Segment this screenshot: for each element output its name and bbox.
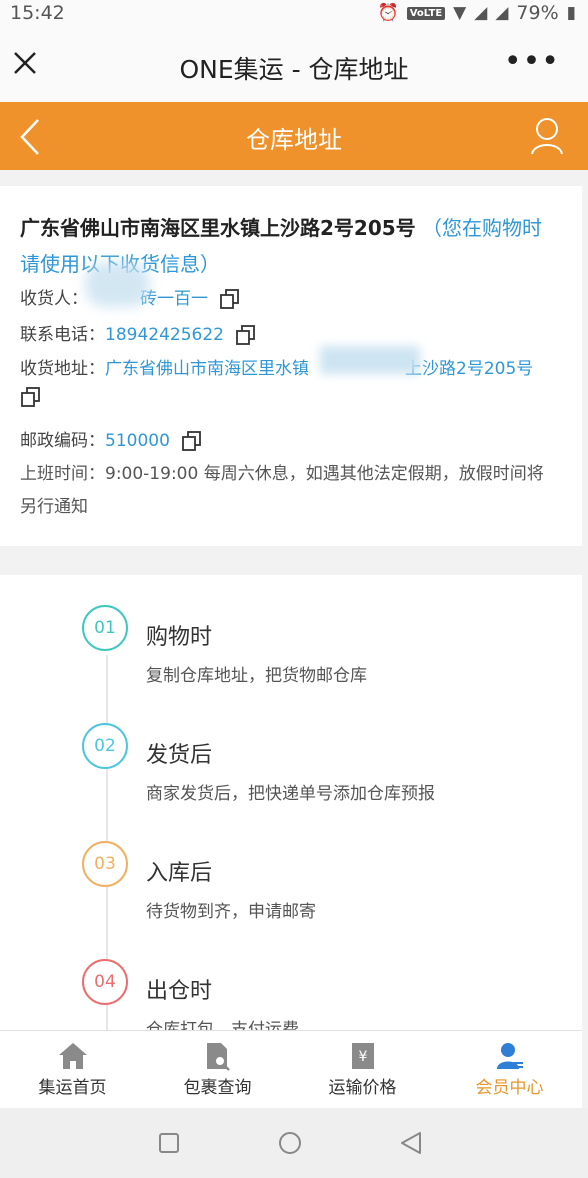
app-header: 仓库地址 (0, 102, 588, 170)
redaction-blur (85, 262, 150, 307)
volte-icon: VoLTE (406, 6, 446, 20)
nav-item-home[interactable]: 集运首页 (0, 1039, 145, 1098)
step-title: 购物时 (146, 625, 213, 650)
page-title: 仓库地址 (246, 126, 342, 154)
more-menu-icon[interactable]: ••• (504, 44, 560, 79)
steps-card: 01 购物时 复制仓库地址，把货物邮仓库 02 发货后 商家发货后，把快递单号添… (0, 575, 582, 1030)
step-number-badge: 02 (82, 723, 128, 769)
wifi-icon: ▼ (453, 3, 467, 23)
nav-label: 会员中心 (475, 1078, 544, 1098)
step-title: 发货后 (146, 743, 213, 768)
address-card: 广东省佛山市南海区里水镇上沙路2号205号 （您在购物时请使用以下收货信息） 收… (0, 186, 582, 546)
alarm-icon: ⏰ (377, 3, 399, 23)
address-value-end: 上沙路2号205号 (405, 359, 534, 379)
nav-item-package-search[interactable]: 包裹查询 (145, 1039, 290, 1098)
webview-header: ONE集运 - 仓库地址 ••• (0, 30, 588, 103)
copy-icon[interactable] (219, 288, 241, 310)
nav-label: 集运首页 (38, 1078, 107, 1098)
nav-label: 包裹查询 (183, 1078, 252, 1098)
status-bar: 15:42 ⏰ VoLTE ▼ ◢ ◢ 79% ▮ (0, 0, 588, 30)
back-button-icon[interactable] (400, 1131, 422, 1155)
step-number-badge: 03 (82, 841, 128, 887)
webview-title: ONE集运 - 仓库地址 (179, 55, 409, 84)
home-button-icon[interactable] (278, 1131, 302, 1155)
battery-icon: ▮ (566, 3, 576, 23)
nav-label: 运输价格 (328, 1078, 397, 1098)
member-icon (496, 1043, 523, 1069)
step-desc: 仓库打包，支付运费 (146, 1020, 299, 1030)
postcode-label: 邮政编码： (20, 431, 105, 451)
warehouse-address: 广东省佛山市南海区里水镇上沙路2号205号 (20, 216, 416, 240)
postcode-row: 邮政编码：510000 (20, 426, 203, 452)
status-time: 15:42 (10, 2, 65, 24)
hours-row: 上班时间：9:00-19:00 每周六休息，如遇其他法定假期，放假时间将另行通知 (20, 458, 560, 524)
step-number-badge: 01 (82, 605, 128, 651)
address-copy-row (20, 386, 42, 413)
postcode-value: 510000 (105, 431, 170, 451)
android-nav-bar (0, 1108, 588, 1178)
price-icon: ¥ (351, 1043, 374, 1069)
nav-item-price[interactable]: ¥ 运输价格 (290, 1039, 435, 1098)
home-icon (58, 1043, 87, 1069)
address-label: 收货地址： (20, 359, 105, 379)
redaction-blur (320, 346, 420, 374)
recipient-label: 收货人： (20, 289, 88, 309)
step-number-badge: 04 (82, 959, 128, 1005)
address-value-start: 广东省佛山市南海区里水镇 (105, 359, 309, 379)
address-row: 收货地址：广东省佛山市南海区里水镇 上沙路2号205号 (20, 354, 533, 379)
step-desc: 待货物到齐，申请邮寄 (146, 902, 316, 922)
step-title: 出仓时 (146, 979, 213, 1004)
package-search-icon (206, 1043, 230, 1071)
copy-icon[interactable] (20, 386, 42, 408)
step-desc: 复制仓库地址，把货物邮仓库 (146, 666, 367, 686)
hours-label: 上班时间： (20, 464, 105, 484)
phone-value: 18942425622 (105, 325, 224, 345)
phone-label: 联系电话： (20, 325, 105, 345)
user-icon[interactable] (530, 116, 564, 156)
step-title: 入库后 (146, 861, 213, 886)
phone-row: 联系电话：18942425622 (20, 320, 257, 346)
svg-text:¥: ¥ (358, 1049, 367, 1065)
bottom-nav: 集运首页 包裹查询 ¥ 运输价格 会员中心 (0, 1030, 582, 1109)
recent-apps-icon[interactable] (158, 1132, 180, 1154)
recipient-value: 砖一百一 (140, 289, 208, 309)
signal-icon-2: ◢ (495, 3, 509, 23)
signal-icon: ◢ (474, 3, 488, 23)
status-icons: ⏰ VoLTE ▼ ◢ ◢ 79% ▮ (378, 2, 576, 24)
copy-icon[interactable] (181, 430, 203, 452)
step-desc: 商家发货后，把快递单号添加仓库预报 (146, 784, 435, 804)
battery-percent: 79% (516, 2, 559, 24)
nav-item-member[interactable]: 会员中心 (437, 1039, 582, 1098)
copy-icon[interactable] (235, 324, 257, 346)
